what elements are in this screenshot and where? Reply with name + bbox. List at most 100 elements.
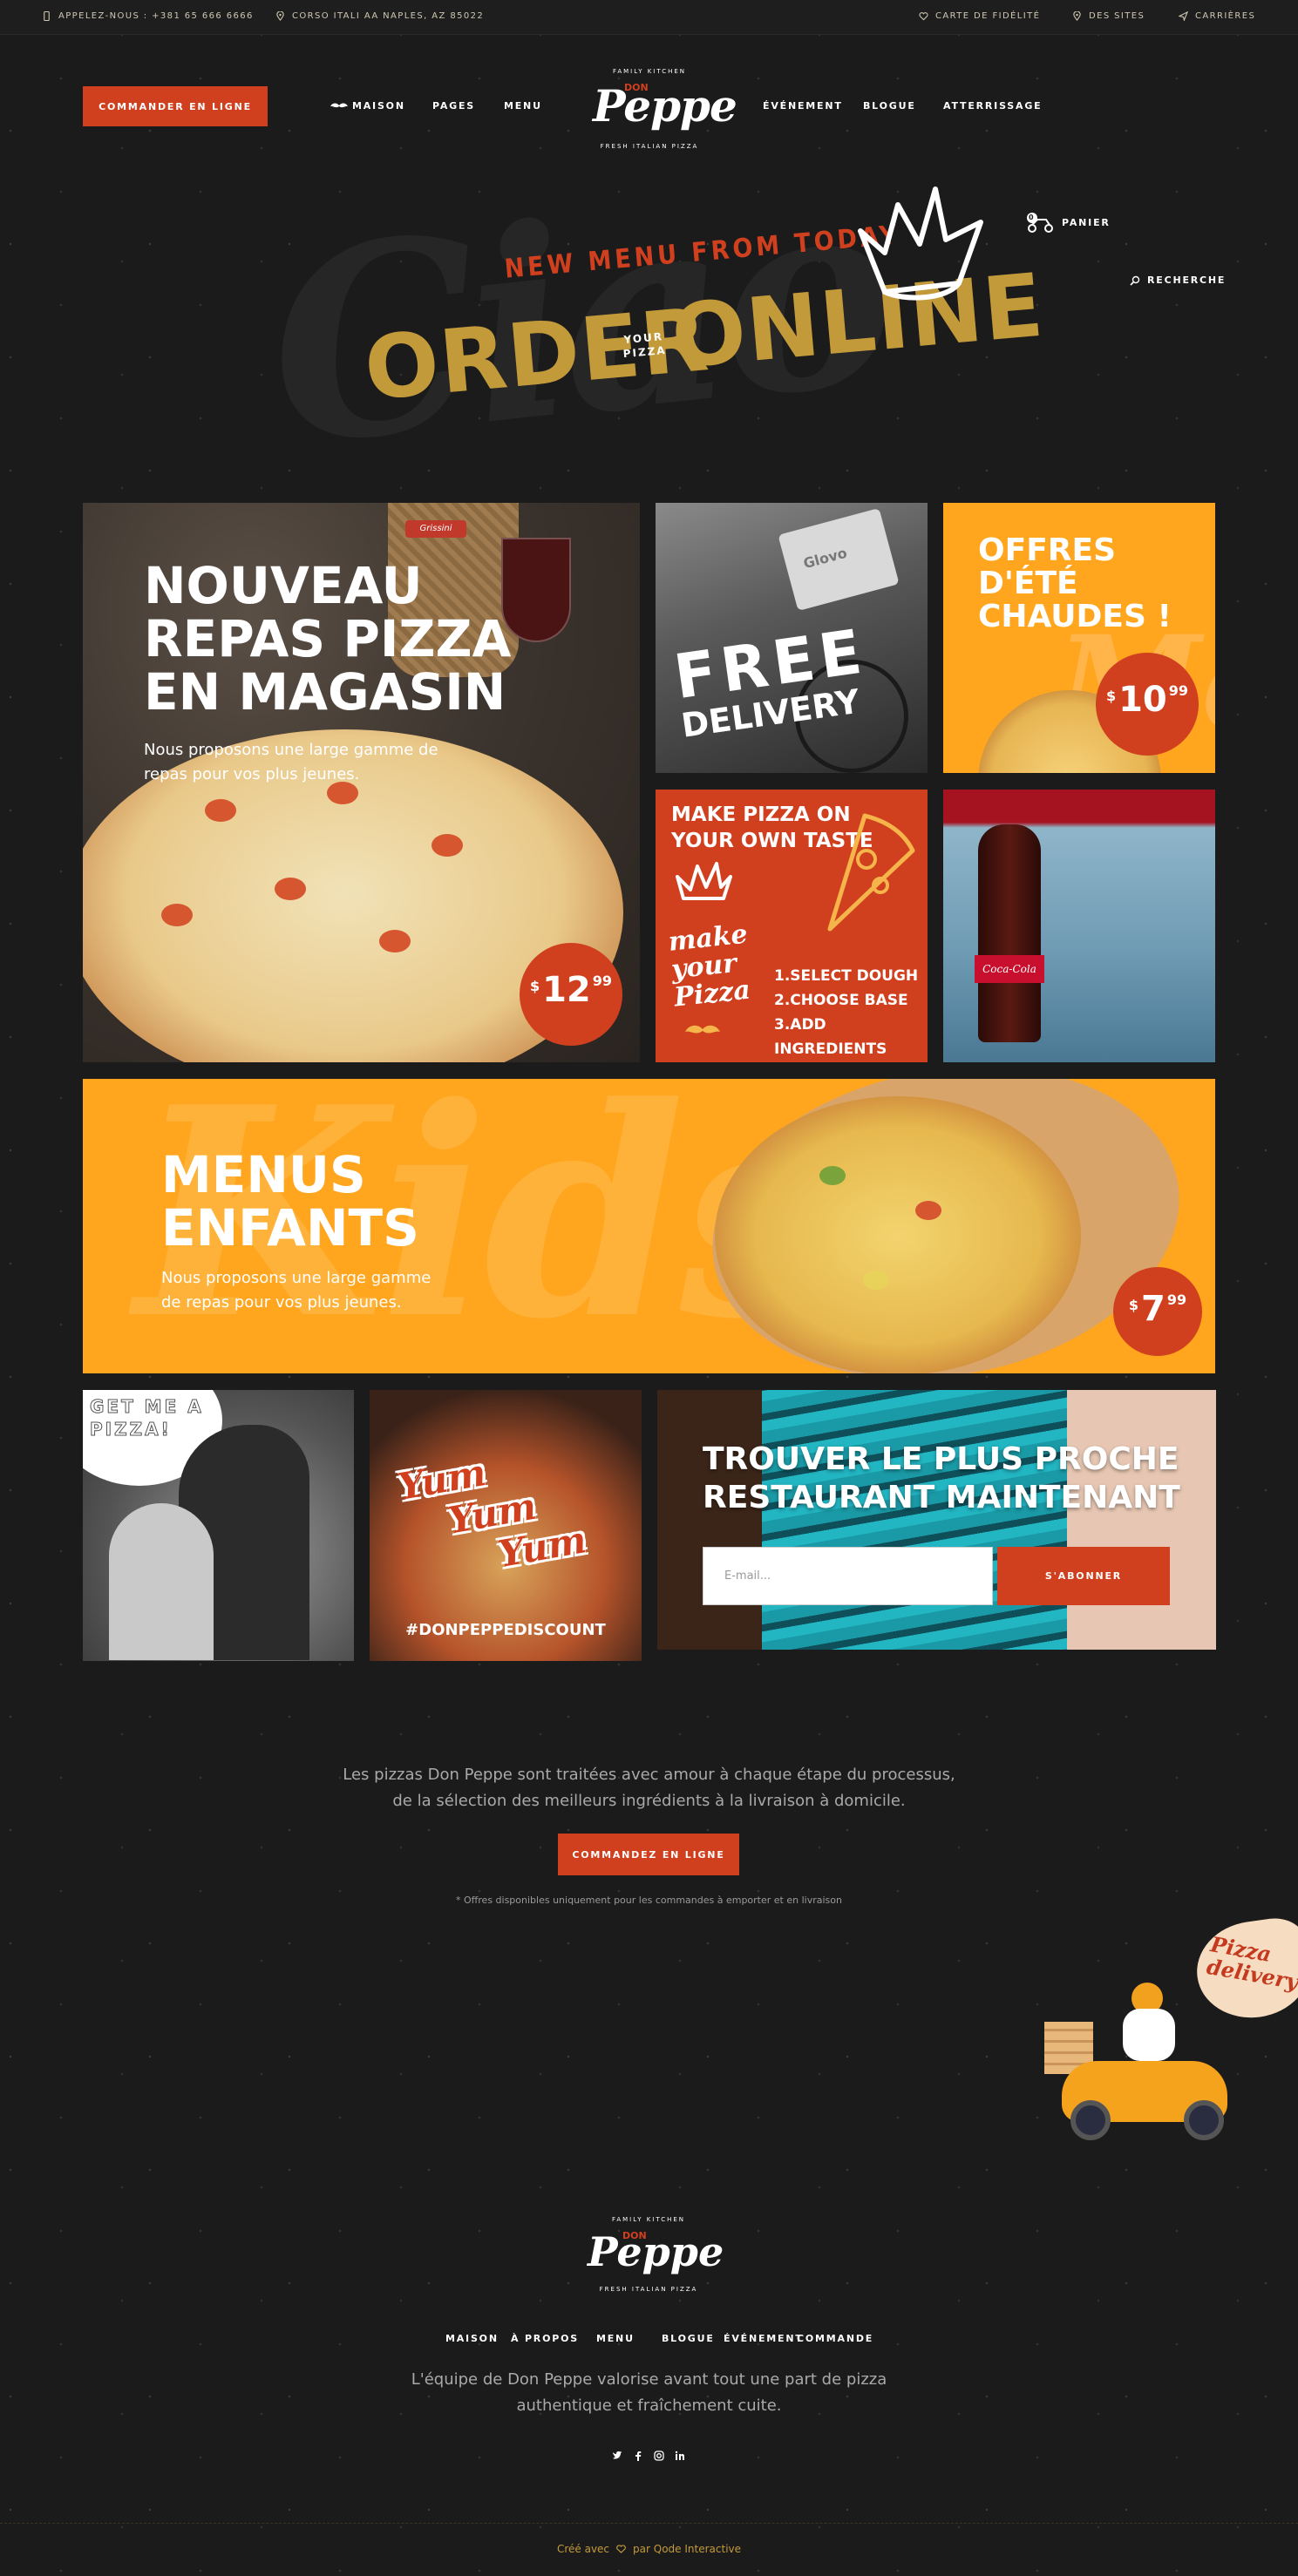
title-line: OFFRES D'ÉTÉ — [978, 532, 1117, 601]
email-field[interactable]: E-mail... — [703, 1547, 993, 1605]
subscribe-button[interactable]: S'ABONNER — [997, 1547, 1170, 1605]
search-link[interactable]: RECHERCHE — [1130, 275, 1226, 286]
price-badge: $ 12 99 — [520, 943, 622, 1046]
footer-nav-evenement[interactable]: ÉVÉNEMENT — [724, 2333, 804, 2344]
bubble-line: GET ME A — [90, 1396, 204, 1418]
footer-nav-label: MENU — [596, 2333, 635, 2344]
title-line: REPAS PIZZA — [144, 608, 512, 668]
footer-credit: Créé avec par Qode Interactive — [0, 2543, 1298, 2555]
crown-icon — [676, 862, 732, 900]
tile-yum[interactable]: Yum Yum Yum #DONPEPPEDISCOUNT — [370, 1390, 642, 1661]
nav-label: ATTERRISSAGE — [943, 100, 1043, 112]
crown-icon — [858, 186, 983, 301]
comic-bubble-text: GET ME A PIZZA! — [90, 1395, 204, 1441]
subscribe-label: S'ABONNER — [1044, 1570, 1123, 1582]
price-currency: $ — [529, 978, 540, 994]
footer-paragraph: L'équipe de Don Peppe valorise avant tou… — [0, 2367, 1298, 2419]
price-badge: $ 7 99 — [1113, 1267, 1202, 1356]
loyalty-link[interactable]: CARTE DE FIDÉLITÉ — [919, 11, 1040, 21]
order-online-label: COMMANDER EN LIGNE — [99, 100, 252, 112]
nav-label: ÉVÉNEMENT — [763, 100, 843, 112]
summer-title: OFFRES D'ÉTÉ CHAUDES ! — [978, 534, 1215, 633]
price-badge: $ 10 99 — [1096, 653, 1199, 756]
nav-item-menu[interactable]: MENU — [504, 100, 542, 112]
cart-link[interactable]: 0 PANIER — [1025, 212, 1111, 233]
footer-line: authentique et fraîchement cuite. — [516, 2396, 782, 2415]
price-decimal: 99 — [592, 973, 613, 989]
sites-link[interactable]: DES SITES — [1072, 11, 1145, 21]
location-pin-icon — [276, 11, 284, 21]
tile-new-pizza-title: NOUVEAU REPAS PIZZA EN MAGASIN — [144, 559, 511, 719]
phone-icon — [44, 11, 50, 21]
careers-link[interactable]: CARRIÈRES — [1179, 11, 1255, 21]
text-line: repas pour vos plus jeunes. — [144, 765, 360, 783]
order-online-button[interactable]: COMMANDER EN LIGNE — [83, 86, 268, 126]
tile-new-pizza-text: Nous proposons une large gamme de repas … — [144, 738, 438, 787]
heart-icon — [919, 12, 928, 21]
title-line: CHAUDES ! — [978, 598, 1172, 634]
footer-nav-commande[interactable]: COMMANDE — [797, 2333, 873, 2344]
script-line: Pizza — [672, 974, 752, 1013]
title-line: EN MAGASIN — [144, 661, 506, 722]
comic-face-right — [1067, 1390, 1216, 1650]
cart-count: 0 — [1029, 214, 1036, 221]
coke-bottle: Coca-Cola — [975, 824, 1044, 1042]
loyalty-text: CARTE DE FIDÉLITÉ — [935, 11, 1041, 21]
nav-label: BLOGUE — [863, 100, 916, 112]
twitter-icon[interactable] — [612, 2451, 622, 2461]
nav-item-blogue[interactable]: BLOGUE — [863, 100, 916, 112]
bubble-line: PIZZA! — [90, 1419, 172, 1441]
address-link[interactable]: CORSO ITALI AA NAPLES, AZ 85022 — [275, 11, 484, 21]
nav-item-maison[interactable]: MAISON — [330, 100, 405, 112]
footer-nav-label: BLOGUE — [662, 2333, 715, 2344]
footer-divider — [0, 2523, 1298, 2524]
phone-link[interactable]: APPELEZ-NOUS : +381 65 666 6666 — [42, 11, 254, 21]
nav-item-atterrissage[interactable]: ATTERRISSAGE — [943, 100, 1042, 112]
nav-label: MENU — [504, 100, 542, 112]
kids-title: MENUS ENFANTS — [161, 1149, 419, 1255]
nav-item-pages[interactable]: PAGES — [432, 100, 475, 112]
nav-item-evenement[interactable]: ÉVÉNEMENT — [763, 100, 843, 112]
footer-nav-menu[interactable]: MENU — [596, 2333, 635, 2344]
footer-nav-maison[interactable]: MAISON — [445, 2333, 499, 2344]
nav-label: PAGES — [432, 100, 476, 112]
footer-nav-label: À PROPOS — [511, 2333, 579, 2344]
order-online-button-bottom[interactable]: COMMANDEZ EN LIGNE — [558, 1834, 739, 1875]
search-label: RECHERCHE — [1147, 275, 1227, 286]
instagram-icon[interactable] — [654, 2451, 664, 2461]
tile-summer-offers[interactable]: Mo OFFRES D'ÉTÉ CHAUDES ! $ 10 99 — [943, 503, 1215, 773]
text-line: Nous proposons une large gamme de — [144, 741, 438, 759]
site-logo[interactable]: FAMILY KITCHEN DON Peppe FRESH ITALIAN P… — [575, 68, 737, 155]
tile-make-pizza[interactable]: MAKE PIZZA ON YOUR OWN TASTE make your P… — [656, 790, 928, 1062]
tile-kids-menu[interactable]: Kids MENUS ENFANTS Nous proposons une la… — [83, 1079, 1215, 1373]
linkedin-icon[interactable] — [675, 2451, 685, 2461]
credit-suffix[interactable]: par Qode Interactive — [633, 2543, 741, 2555]
footer-nav-blogue[interactable]: BLOGUE — [662, 2333, 715, 2344]
send-icon — [1179, 11, 1188, 21]
credit-prefix: Créé avec — [556, 2543, 610, 2555]
price-decimal: 99 — [1166, 1291, 1187, 1308]
logo-top-text: FAMILY KITCHEN — [611, 2216, 686, 2223]
facebook-icon[interactable] — [633, 2451, 643, 2461]
about-line: Les pizzas Don Peppe sont traitées avec … — [343, 1766, 955, 1784]
kids-pizza — [715, 1096, 1081, 1373]
title-line: RESTAURANT MAINTENANT — [703, 1480, 1180, 1515]
tile-free-delivery[interactable]: Glovo FREE DELIVERY — [656, 503, 928, 773]
price-decimal: 99 — [1168, 682, 1189, 699]
social-links — [612, 2451, 685, 2461]
tile-comic[interactable]: GET ME A PIZZA! — [83, 1390, 354, 1661]
heart-icon — [616, 2545, 626, 2553]
footer-nav-a-propos[interactable]: À PROPOS — [511, 2333, 579, 2344]
tile-new-pizza[interactable]: Grissini NOUVEAU REPAS PIZZA EN MAGASIN … — [83, 503, 640, 1062]
about-line: de la sélection des meilleurs ingrédient… — [392, 1792, 906, 1810]
logo-top-text: FAMILY KITCHEN — [612, 68, 687, 75]
search-icon — [1130, 275, 1140, 286]
footer-logo[interactable]: FAMILY KITCHEN DON Peppe FRESH ITALIAN P… — [579, 2216, 724, 2299]
address-text: CORSO ITALI AA NAPLES, AZ 85022 — [292, 11, 485, 21]
tile-find-restaurant[interactable]: TROUVER LE PLUS PROCHE RESTAURANT MAINTE… — [657, 1390, 1216, 1650]
delivery-bag: Glovo — [778, 508, 900, 611]
phone-text: APPELEZ-NOUS : +381 65 666 6666 — [58, 11, 254, 21]
text-line: de repas pour vos plus jeunes. — [161, 1293, 402, 1312]
tile-coke[interactable]: Coca-Cola — [943, 790, 1215, 1062]
footer-nav-label: COMMANDE — [797, 2333, 874, 2344]
